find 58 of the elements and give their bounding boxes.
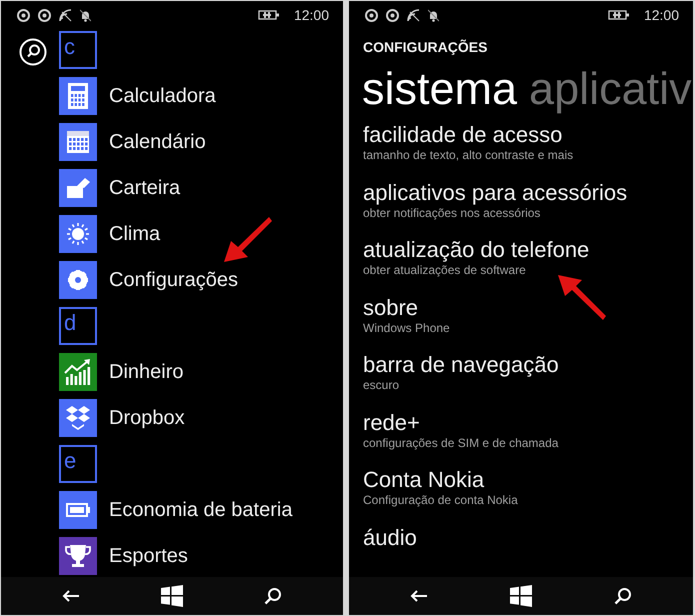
app-tile[interactable] (59, 123, 97, 161)
setting-title[interactable]: Conta Nokia (363, 467, 693, 493)
setting-title[interactable]: áudio (363, 524, 693, 550)
muted-bell-icon (428, 8, 439, 22)
setting-title[interactable]: rede+ (363, 410, 693, 436)
app-tile[interactable] (59, 353, 97, 391)
setting-title[interactable]: facilidade de acesso (363, 122, 693, 148)
search-button[interactable] (614, 587, 632, 605)
setting-description: obter notificações nos acessórios (363, 206, 542, 220)
search-button[interactable] (19, 38, 47, 66)
setting-description: configurações de SIM e de chamada (363, 436, 560, 450)
app-tile[interactable] (59, 399, 97, 437)
app-name[interactable]: Dinheiro (109, 353, 184, 391)
setting-description: tamanho de texto, alto contraste e mais (363, 148, 574, 163)
setting-description: obter atualizações de software (363, 263, 527, 278)
app-name[interactable]: Clima (109, 215, 160, 253)
start-button[interactable] (510, 585, 532, 607)
wifi-icon (407, 8, 420, 22)
pivot-tab[interactable]: sistema (362, 66, 518, 111)
setting-description: escuro (363, 378, 400, 393)
wifi-icon (59, 8, 72, 22)
back-button[interactable] (62, 589, 80, 603)
pivot-tab[interactable]: aplicativ (529, 66, 692, 111)
app-name[interactable]: Esportes (109, 537, 188, 575)
sync-icon (386, 8, 399, 22)
search-button[interactable] (264, 587, 282, 605)
setting-title[interactable]: atualização do telefone (363, 237, 693, 263)
clock-time: 12:00 (294, 6, 329, 24)
app-tile[interactable] (59, 491, 97, 529)
setting-description: Windows Phone (363, 320, 451, 336)
setting-title[interactable]: sobre (363, 294, 693, 320)
sync-icon (17, 8, 30, 22)
back-button[interactable] (410, 589, 428, 603)
letter-tile[interactable]: e (59, 445, 97, 483)
setting-description: Configuração de conta Nokia (363, 493, 519, 508)
clock-time: 12:00 (644, 6, 679, 24)
app-name[interactable]: Configurações (109, 261, 238, 299)
letter-tile[interactable]: c (59, 31, 97, 69)
page-title: CONFIGURAÇÕES (362, 38, 488, 57)
letter-tile[interactable]: d (59, 307, 97, 345)
app-tile[interactable] (59, 537, 97, 575)
app-tile[interactable] (59, 215, 97, 253)
app-name[interactable]: Calculadora (109, 77, 216, 115)
setting-title[interactable]: barra de navegação (363, 352, 693, 378)
sync-icon (365, 8, 378, 22)
app-name[interactable]: Carteira (109, 169, 180, 207)
app-tile[interactable] (59, 77, 97, 115)
app-name[interactable]: Dropbox (109, 399, 185, 437)
app-name[interactable]: Calendário (109, 123, 206, 161)
battery-charging-icon (258, 9, 280, 21)
app-tile[interactable] (59, 261, 97, 299)
start-button[interactable] (160, 585, 183, 607)
sync-icon (38, 8, 51, 22)
app-name[interactable]: Economia de bateria (109, 491, 292, 529)
battery-charging-icon (608, 9, 630, 21)
setting-title[interactable]: aplicativos para acessórios (363, 180, 693, 206)
muted-bell-icon (80, 8, 91, 22)
app-tile[interactable] (59, 169, 97, 207)
